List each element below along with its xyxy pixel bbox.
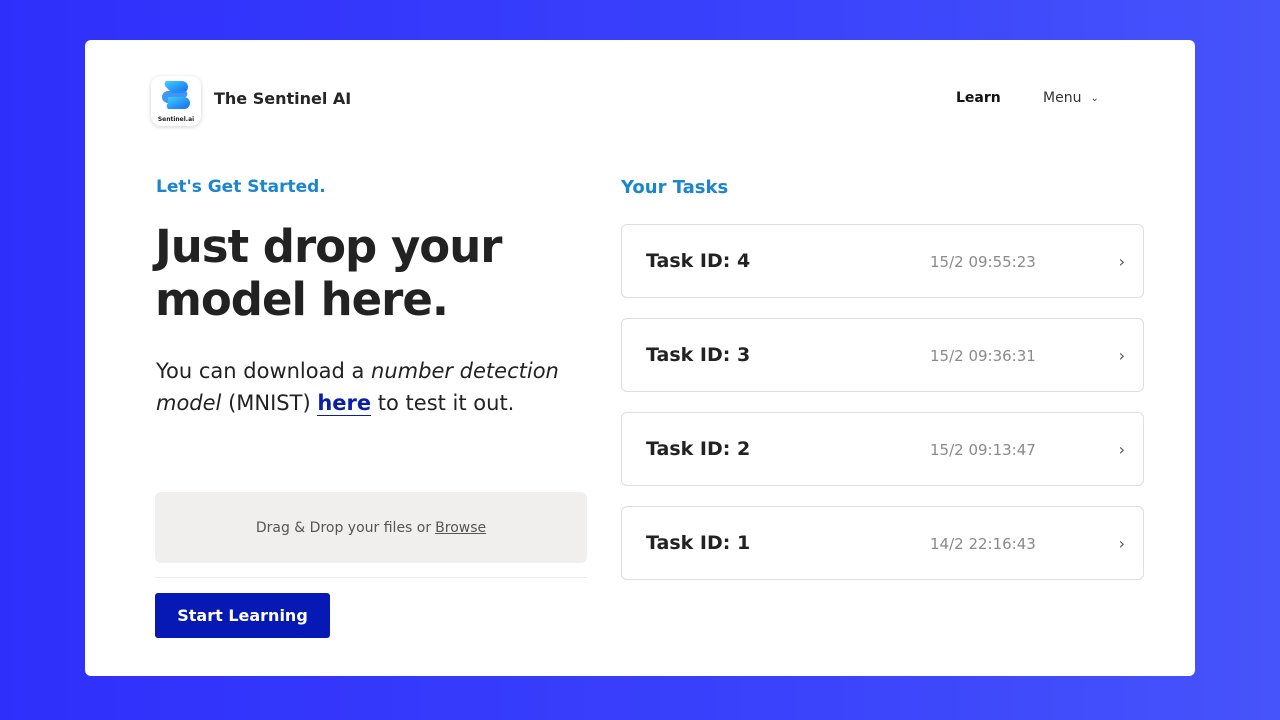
logo-caption: Sentinel.ai: [157, 116, 195, 123]
chevron-right-icon: ›: [1118, 346, 1125, 365]
chevron-right-icon: ›: [1118, 252, 1125, 271]
tasks-title: Your Tasks: [621, 177, 729, 198]
task-id: Task ID: 4: [646, 250, 751, 272]
file-dropzone[interactable]: Drag & Drop your files or Browse: [155, 492, 587, 563]
sentinel-logo-icon[interactable]: Sentinel.ai: [151, 76, 201, 126]
task-item[interactable]: Task ID: 4 15/2 09:55:23 ›: [621, 224, 1144, 298]
nav-learn-link[interactable]: Learn: [956, 90, 1001, 106]
chevron-right-icon: ›: [1118, 534, 1125, 553]
chevron-down-icon: ⌄: [1090, 92, 1099, 104]
desc-text-3: to test it out.: [371, 391, 515, 415]
hero-headline: Just drop your model here.: [155, 220, 502, 326]
desc-text-2: (MNIST): [221, 391, 318, 415]
task-id: Task ID: 3: [646, 344, 751, 366]
nav-menu-label: Menu: [1043, 90, 1082, 106]
task-item[interactable]: Task ID: 3 15/2 09:36:31 ›: [621, 318, 1144, 392]
logo-graphic: [162, 81, 190, 109]
task-timestamp: 15/2 09:55:23: [930, 253, 1036, 271]
dropzone-prompt: Drag & Drop your files or: [255, 519, 432, 536]
task-item[interactable]: Task ID: 1 14/2 22:16:43 ›: [621, 506, 1144, 580]
chevron-right-icon: ›: [1118, 440, 1125, 459]
nav-menu-dropdown[interactable]: Menu ⌄: [1043, 90, 1099, 106]
divider: [155, 577, 587, 578]
hero-description: You can download a number detection mode…: [156, 355, 586, 419]
browse-link[interactable]: Browse: [435, 520, 486, 536]
task-timestamp: 14/2 22:16:43: [930, 535, 1036, 553]
task-timestamp: 15/2 09:13:47: [930, 441, 1036, 459]
main-card: Sentinel.ai The Sentinel AI Learn Menu ⌄…: [85, 40, 1195, 676]
task-id: Task ID: 2: [646, 438, 751, 460]
brand-name: The Sentinel AI: [214, 89, 352, 108]
task-item[interactable]: Task ID: 2 15/2 09:13:47 ›: [621, 412, 1144, 486]
hero-kicker: Let's Get Started.: [156, 177, 326, 197]
task-list: Task ID: 4 15/2 09:55:23 › Task ID: 3 15…: [621, 224, 1144, 600]
start-learning-button[interactable]: Start Learning: [155, 593, 330, 638]
desc-text-1: You can download a: [156, 359, 372, 383]
download-model-link[interactable]: here: [317, 391, 372, 416]
task-id: Task ID: 1: [646, 532, 751, 554]
task-timestamp: 15/2 09:36:31: [930, 347, 1036, 365]
